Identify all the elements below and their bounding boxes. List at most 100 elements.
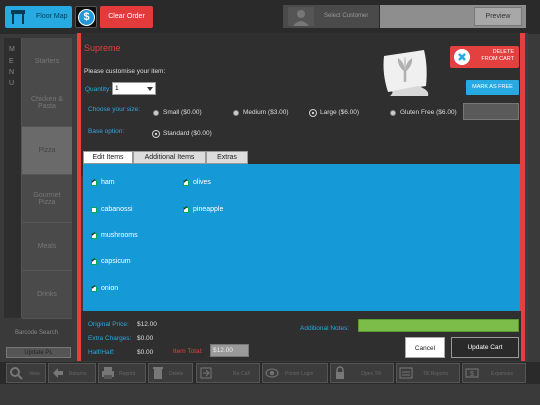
- category-gourmet-pizza[interactable]: Gourmet Pizza: [22, 175, 72, 223]
- ingredient-label: ham: [101, 179, 115, 186]
- floor-map-label: Floor Map: [36, 13, 68, 20]
- size-radio-gluten-free[interactable]: [390, 110, 396, 116]
- delete-order-button[interactable]: Delete: [148, 363, 193, 383]
- category-pizza[interactable]: Pizza: [22, 127, 72, 175]
- update-button[interactable]: Update PL: [6, 347, 71, 358]
- ingredients-list: ham olives cabanossi pineapple mushrooms…: [83, 164, 520, 311]
- size-radio-large[interactable]: [310, 110, 316, 116]
- expenses-label: Expenses: [491, 371, 513, 377]
- clear-order-button[interactable]: Clear Order: [100, 6, 153, 28]
- size-option-label: Medium ($3.00): [243, 109, 289, 116]
- menu-strip: M E N U: [4, 38, 22, 318]
- trash-icon: [153, 367, 163, 379]
- eye-icon: [265, 368, 279, 378]
- recall-button[interactable]: Re-Call: [196, 363, 260, 383]
- tab-additional-items[interactable]: Additional Items: [133, 151, 206, 164]
- original-price-value: $12.00: [137, 321, 157, 328]
- expenses-button[interactable]: $ Expenses: [462, 363, 526, 383]
- ingredient-checkbox[interactable]: [91, 207, 97, 213]
- user-icon: [288, 7, 314, 26]
- ingredient-checkbox[interactable]: [183, 178, 189, 186]
- quantity-label: Quantity:: [85, 86, 112, 93]
- size-radio-small[interactable]: [153, 110, 159, 116]
- payment-button[interactable]: $: [75, 6, 97, 28]
- table-icon: [11, 10, 25, 24]
- view-label: View: [29, 371, 40, 377]
- original-price-label: Original Price:: [88, 321, 129, 328]
- size-option-label: Large ($6.00): [320, 109, 360, 116]
- delete-from-cart-button[interactable]: DELETE FROM CART: [450, 46, 519, 68]
- extra-charges-value: $0.00: [137, 335, 154, 342]
- menu-letter: M: [9, 46, 15, 53]
- printer-login-button[interactable]: Printer Login: [262, 363, 328, 383]
- reprint-button[interactable]: Reprint: [98, 363, 146, 383]
- ingredient-checkbox[interactable]: [91, 231, 97, 239]
- category-drinks[interactable]: Drinks: [22, 271, 72, 319]
- chevron-down-icon: [147, 87, 153, 91]
- recall-label: Re-Call: [233, 371, 250, 377]
- half-half-label: Half/Half:: [88, 349, 115, 356]
- tab-extras[interactable]: Extras: [206, 151, 248, 164]
- select-customer-button[interactable]: Select Customer: [283, 5, 379, 28]
- menu-letter: E: [9, 58, 14, 65]
- report-icon: [399, 367, 413, 379]
- size-label: Choose your size:: [88, 106, 141, 113]
- reprint-label: Reprint: [119, 371, 136, 377]
- till-reports-label: Till Reports: [423, 371, 449, 377]
- item-total-label: Item Total:: [173, 348, 203, 355]
- returns-label: Returns: [69, 371, 87, 377]
- barcode-search-label[interactable]: Barcode Search: [15, 330, 58, 336]
- item-total-value: $12.00: [210, 344, 249, 357]
- recall-icon: [200, 367, 212, 379]
- floor-map-button[interactable]: Floor Map: [5, 6, 72, 28]
- ingredient-checkbox[interactable]: [91, 178, 97, 186]
- select-customer-label: Select Customer: [324, 13, 369, 19]
- category-chicken-pasta[interactable]: Chicken & Pasta: [22, 79, 72, 127]
- size-extra-field[interactable]: [463, 103, 519, 120]
- svg-text:$: $: [470, 371, 474, 378]
- mark-as-free-button[interactable]: MARK AS FREE: [466, 80, 519, 95]
- base-label: Base option:: [88, 128, 125, 135]
- ingredient-label: mushrooms: [101, 232, 138, 239]
- delete-label-line1: DELETE: [492, 49, 514, 55]
- open-till-button[interactable]: Open Till: [330, 363, 394, 383]
- close-icon: [454, 49, 470, 65]
- ingredient-label: capsicum: [101, 258, 131, 265]
- returns-button[interactable]: Returns: [48, 363, 96, 383]
- search-icon: [10, 367, 23, 380]
- additional-notes-field[interactable]: [358, 319, 519, 332]
- cash-icon: $: [465, 368, 479, 378]
- open-till-label: Open Till: [361, 371, 381, 377]
- customise-label: Please customise your item:: [84, 68, 166, 75]
- ingredient-label: onion: [101, 285, 119, 292]
- tab-edit-items[interactable]: Edit Items: [83, 151, 133, 164]
- size-option-label: Gluten Free ($6.00): [400, 109, 457, 116]
- quantity-value: 1: [115, 85, 119, 92]
- additional-notes-label: Additional Notes:: [300, 325, 350, 332]
- printer-login-label: Printer Login: [285, 371, 314, 377]
- lock-icon: [336, 366, 344, 379]
- half-half-value: $0.00: [137, 349, 154, 356]
- menu-letter: N: [9, 69, 15, 76]
- quantity-select[interactable]: 1: [112, 82, 156, 95]
- delete-from-cart-label: DELETE FROM CART: [481, 49, 514, 63]
- ingredient-checkbox[interactable]: [91, 257, 97, 265]
- ingredient-checkbox[interactable]: [183, 205, 189, 213]
- extra-charges-label: Extra Charges:: [88, 335, 132, 342]
- return-icon: [53, 368, 63, 378]
- till-reports-button[interactable]: Till Reports: [396, 363, 460, 383]
- category-meals[interactable]: Meals: [22, 223, 72, 271]
- view-button[interactable]: View: [6, 363, 46, 383]
- update-cart-button[interactable]: Update Cart: [451, 337, 519, 358]
- cancel-button[interactable]: Cancel: [405, 337, 445, 358]
- delete-label-line2: FROM CART: [481, 56, 514, 62]
- delete-order-label: Delete: [169, 371, 184, 377]
- menu-letter: U: [9, 80, 15, 87]
- size-radio-medium[interactable]: [233, 110, 239, 116]
- vegetarian-icon: [383, 50, 429, 96]
- ingredient-checkbox[interactable]: [91, 284, 97, 292]
- printer-icon: [102, 367, 114, 379]
- ingredient-label: cabanossi: [101, 206, 133, 213]
- base-radio-standard[interactable]: [153, 131, 159, 137]
- preview-button[interactable]: Preview: [474, 7, 522, 26]
